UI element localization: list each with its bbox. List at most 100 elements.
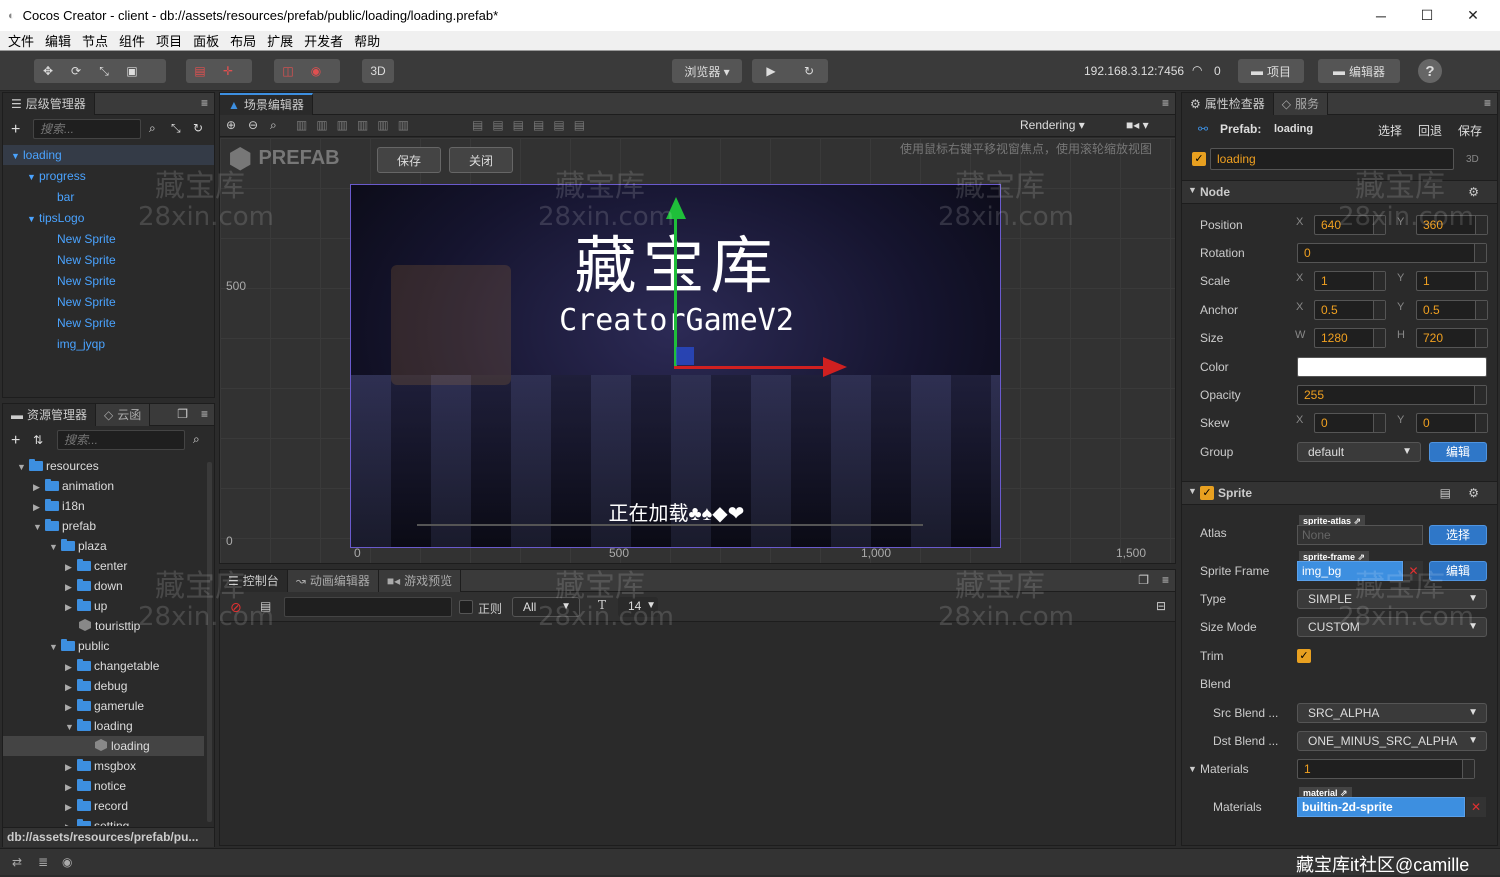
material-input[interactable]: builtin-2d-sprite (1297, 797, 1465, 817)
assets-scrollbar[interactable] (207, 462, 212, 822)
gear-icon[interactable]: ⚙ (1468, 486, 1479, 500)
prefab-select-button[interactable]: 选择 (1378, 122, 1402, 139)
gizmo-x-arrow[interactable] (823, 357, 847, 377)
rendering-dropdown[interactable]: Rendering ▾ (1020, 118, 1085, 132)
align-tools-icon[interactable]: ▥▥▥▥▥▥ (296, 118, 418, 132)
asset-folder-item[interactable]: ▶ debug (3, 676, 204, 696)
collapse-arrow-icon[interactable]: ▼ (17, 457, 29, 477)
menu-edit[interactable]: 编辑 (45, 31, 71, 50)
rotate-tool-icon[interactable]: ⟳ (62, 64, 90, 78)
log-level-select[interactable]: All ▼ (512, 597, 580, 617)
refresh-icon[interactable]: ↻ (790, 64, 828, 78)
expand-arrow-icon[interactable]: ▶ (65, 677, 77, 697)
tab-hierarchy[interactable]: ☰ 层级管理器 (3, 92, 95, 115)
menu-extension[interactable]: 扩展 (267, 31, 293, 50)
gizmo-center[interactable] (676, 347, 694, 365)
asset-folder-item[interactable]: ▶ setting (3, 816, 204, 826)
opacity-input[interactable]: 255 (1297, 385, 1487, 405)
prefab-save-button[interactable]: 保存 (377, 147, 441, 173)
distribute-tools-icon[interactable]: ▤▤▤▤▤▤ (472, 118, 594, 132)
atlas-input[interactable]: None (1297, 525, 1423, 545)
atlas-select-button[interactable]: 选择 (1429, 525, 1487, 545)
node-active-checkbox[interactable]: ✓ (1192, 152, 1206, 166)
menu-panel[interactable]: 面板 (193, 31, 219, 50)
hierarchy-node[interactable]: New Sprite (57, 271, 116, 291)
hierarchy-node[interactable]: New Sprite (57, 229, 116, 249)
size-h-input[interactable]: 720 (1416, 328, 1488, 348)
assets-search-input[interactable]: 搜索... (57, 430, 185, 450)
node-name-input[interactable]: loading (1210, 148, 1454, 170)
rotation-input[interactable]: 0 (1297, 243, 1487, 263)
menu-project[interactable]: 项目 (156, 31, 182, 50)
expand-arrow-icon[interactable]: ▶ (65, 597, 77, 617)
prefab-save-button[interactable]: 保存 (1458, 122, 1482, 139)
browser-dropdown[interactable]: 浏览器 ▾ (672, 59, 742, 83)
refresh-icon[interactable]: ↻ (193, 121, 203, 135)
prefab-close-button[interactable]: 关闭 (449, 147, 513, 173)
size-w-input[interactable]: 1280 (1314, 328, 1386, 348)
collapse-icon[interactable]: ⊟ (1156, 599, 1166, 613)
search-icon[interactable]: ⌕ (193, 432, 200, 447)
asset-folder-item[interactable]: ▼ prefab (3, 516, 204, 536)
expand-arrow-icon[interactable]: ▶ (65, 797, 77, 817)
tab-cloud[interactable]: ◇ 云函 (96, 403, 151, 426)
add-asset-icon[interactable]: + (11, 432, 20, 450)
collapse-arrow-icon[interactable]: ▼ (65, 717, 77, 737)
maximize-button[interactable]: ☐ (1404, 0, 1450, 31)
gizmo-circle-icon[interactable]: ◉ (302, 64, 330, 78)
panel-menu-icon[interactable]: ≡ (1484, 96, 1491, 110)
group-edit-button[interactable]: 编辑 (1429, 442, 1487, 462)
tab-scene[interactable]: ▲ 场景编辑器 (220, 92, 313, 115)
popout-icon[interactable]: ❐ (177, 407, 188, 421)
asset-folder-item[interactable]: ▼ plaza (3, 536, 204, 556)
expand-arrow-icon[interactable]: ▶ (65, 557, 77, 577)
hierarchy-node[interactable]: ▼ tipsLogo (27, 208, 84, 228)
clear-icon[interactable]: ⊘ (230, 599, 242, 616)
src-blend-select[interactable]: SRC_ALPHA ▼ (1297, 703, 1487, 723)
doc-icon[interactable]: ▤ (1440, 486, 1451, 500)
asset-folder-item[interactable]: ▶ up (3, 596, 204, 616)
node-section-header[interactable]: ▼ Node ⚙ (1182, 180, 1497, 204)
hierarchy-search-input[interactable]: 搜索... (33, 119, 141, 139)
asset-folder-item[interactable]: ▶ notice (3, 776, 204, 796)
anchor-y-input[interactable]: 0.5 (1416, 300, 1488, 320)
asset-folder-item[interactable]: ▶ changetable (3, 656, 204, 676)
sprite-frame-input[interactable]: img_bg (1297, 561, 1403, 581)
console-output[interactable] (220, 623, 1175, 845)
canvas-background[interactable]: 藏宝库 CreatorGameV2 正在加载♣♠◆❤ (350, 184, 1001, 548)
panel-menu-icon[interactable]: ≡ (1162, 573, 1169, 587)
tab-inspector[interactable]: ⚙ 属性检查器 (1182, 93, 1274, 115)
collapse-arrow-icon[interactable]: ▼ (33, 517, 45, 537)
open-editor-button[interactable]: ▬ 编辑器 (1318, 59, 1400, 83)
asset-folder-item[interactable]: ▶ animation (3, 476, 204, 496)
zoom-in-icon[interactable]: ⊕ (226, 118, 236, 132)
expand-arrow-icon[interactable]: ▶ (65, 657, 77, 677)
materials-count-input[interactable]: 1 (1297, 759, 1475, 779)
asset-folder-item[interactable]: ▼ public (3, 636, 204, 656)
hierarchy-node[interactable]: New Sprite (57, 250, 116, 270)
zoom-out-icon[interactable]: ⊖ (248, 118, 258, 132)
console-filter-input[interactable] (284, 597, 452, 617)
hierarchy-node[interactable]: img_jyqp (57, 334, 105, 354)
group-select[interactable]: default ▼ (1297, 442, 1421, 462)
tab-console[interactable]: ☰ 控制台 (220, 569, 288, 592)
search-icon[interactable]: ⌕ (149, 121, 156, 136)
database-icon[interactable]: ≣ (38, 855, 48, 869)
expand-arrow-icon[interactable]: ▼ (27, 167, 39, 187)
panel-menu-icon[interactable]: ≡ (201, 96, 208, 110)
panel-menu-icon[interactable]: ≡ (1162, 96, 1169, 110)
expand-arrow-icon[interactable]: ▶ (65, 757, 77, 777)
expand-arrow-icon[interactable]: ▼ (27, 209, 39, 229)
menu-layout[interactable]: 布局 (230, 31, 256, 50)
local-icon[interactable]: ✛ (214, 64, 242, 78)
chevron-down-icon[interactable]: ▼ (1188, 764, 1197, 774)
hierarchy-node[interactable]: New Sprite (57, 313, 116, 333)
dst-blend-select[interactable]: ONE_MINUS_SRC_ALPHA ▼ (1297, 731, 1487, 751)
expand-arrow-icon[interactable]: ▶ (65, 777, 77, 797)
help-button[interactable]: ? (1418, 59, 1442, 83)
move-tool-icon[interactable]: ✥ (34, 64, 62, 78)
sort-icon[interactable]: ⇅ (33, 433, 43, 447)
asset-folder-item[interactable]: ▶ record (3, 796, 204, 816)
menu-developer[interactable]: 开发者 (304, 31, 343, 50)
zoom-reset-icon[interactable]: ⌕ (270, 118, 277, 133)
